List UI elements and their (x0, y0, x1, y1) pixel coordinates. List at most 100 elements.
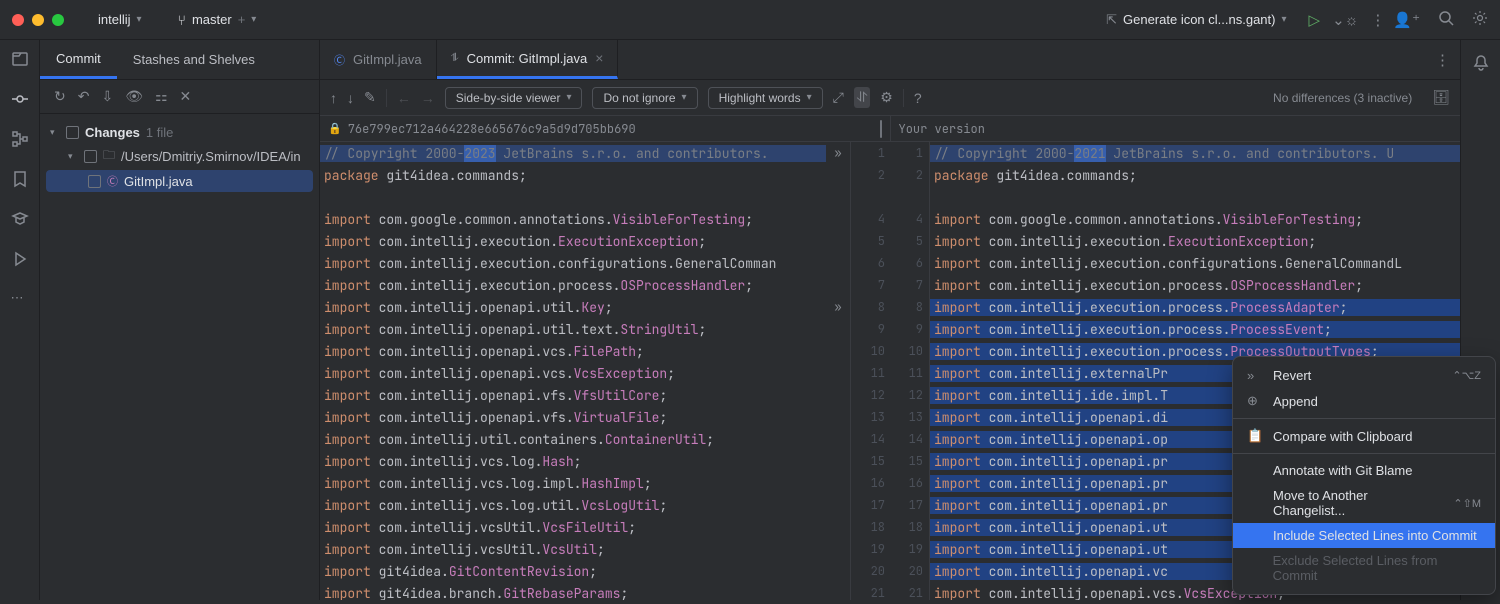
refresh-icon[interactable]: ↻ (54, 88, 66, 105)
db-icon[interactable]: 🗄 (1432, 89, 1450, 106)
gutter-row: 11 (851, 142, 929, 164)
tab-close-icon[interactable]: × (595, 50, 603, 66)
profiler-tool-icon[interactable] (11, 250, 29, 268)
menu-item-label: Move to Another Changelist... (1273, 488, 1443, 518)
code-line[interactable]: import com.intellij.execution.ExecutionE… (930, 230, 1460, 252)
code-line[interactable]: import com.intellij.openapi.vfs.VfsUtilC… (320, 384, 850, 406)
search-icon[interactable] (1438, 10, 1454, 30)
prev-diff-icon[interactable]: ↑ (330, 90, 337, 106)
code-line[interactable]: import com.intellij.execution.process.Pr… (930, 318, 1460, 340)
edit-icon[interactable]: ✎ (364, 89, 376, 106)
tab-label: GitImpl.java (353, 52, 422, 67)
project-dropdown[interactable]: intellij ▾ (88, 8, 152, 31)
code-line[interactable]: import com.intellij.openapi.util.Key;» (320, 296, 850, 318)
rollback-icon[interactable]: ↶ (78, 88, 90, 105)
menu-item-revert[interactable]: »Revert⌃⌥Z (1233, 363, 1495, 388)
project-tool-icon[interactable] (11, 50, 29, 68)
gutter-row: 2121 (851, 582, 929, 604)
code-line[interactable]: // Copyright 2000-2021 JetBrains s.r.o. … (930, 142, 1460, 164)
shelf-icon[interactable]: ⇩ (101, 88, 113, 105)
help-icon[interactable]: ? (914, 90, 922, 106)
diff-settings-icon[interactable]: ⚙ (880, 89, 893, 106)
path-checkbox[interactable] (84, 150, 97, 163)
code-line[interactable]: import com.intellij.execution.configurat… (930, 252, 1460, 274)
menu-item-annotate-with-git-blame[interactable]: Annotate with Git Blame (1233, 458, 1495, 483)
code-line[interactable] (930, 186, 1460, 208)
viewer-mode-dropdown[interactable]: Side-by-side viewer ▾ (445, 87, 583, 109)
file-node[interactable]: Ⓒ GitImpl.java (46, 170, 313, 192)
code-line[interactable] (320, 186, 850, 208)
gutter-row: 99 (851, 318, 929, 340)
code-line[interactable]: package git4idea.commands; (320, 164, 850, 186)
code-line[interactable]: import com.intellij.util.containers.Cont… (320, 428, 850, 450)
select-all-left-checkbox[interactable] (880, 120, 882, 138)
code-line[interactable]: import com.google.common.annotations.Vis… (320, 208, 850, 230)
file-checkbox[interactable] (88, 175, 101, 188)
menu-item-compare-with-clipboard[interactable]: 📋Compare with Clipboard (1233, 423, 1495, 449)
code-line[interactable]: import com.intellij.vcsUtil.VcsUtil; (320, 538, 850, 560)
left-code[interactable]: // Copyright 2000-2023 JetBrains s.r.o. … (320, 142, 850, 600)
code-line[interactable]: import com.google.common.annotations.Vis… (930, 208, 1460, 230)
editor-tab-diff[interactable]: ⥮ Commit: GitImpl.java × (437, 40, 619, 79)
menu-separator (1233, 453, 1495, 454)
changes-checkbox[interactable] (66, 126, 79, 139)
structure-tool-icon[interactable] (11, 130, 29, 148)
more-tools-icon[interactable]: ⋯ (11, 290, 29, 308)
code-line[interactable]: import git4idea.GitContentRevision; (320, 560, 850, 582)
close-icon[interactable]: ✕ (180, 88, 192, 105)
menu-item-append[interactable]: ⊕Append (1233, 388, 1495, 414)
commit-tool-icon[interactable] (11, 90, 29, 108)
minimize-window-button[interactable] (32, 14, 44, 26)
menu-item-include-selected-lines-into-commit[interactable]: Include Selected Lines into Commit (1233, 523, 1495, 548)
tab-commit[interactable]: Commit (40, 40, 117, 79)
gutter-row: 1010 (851, 340, 929, 362)
preview-icon[interactable]: 👁 (125, 88, 143, 105)
next-diff-icon[interactable]: ↓ (347, 90, 354, 106)
commit-toolbar: ↻ ↶ ⇩ 👁 ⚏ ✕ (40, 80, 319, 114)
code-line[interactable]: import com.intellij.execution.process.OS… (320, 274, 850, 296)
code-line[interactable]: // Copyright 2000-2023 JetBrains s.r.o. … (320, 142, 850, 164)
sync-scroll-icon[interactable]: ⥯ (854, 87, 870, 108)
code-line[interactable]: import com.intellij.execution.process.Pr… (930, 296, 1460, 318)
nav-forward-icon[interactable]: → (421, 90, 435, 106)
collapse-unchanged-icon[interactable]: ⤢ (833, 89, 844, 106)
bookmarks-tool-icon[interactable] (11, 170, 29, 188)
code-line[interactable]: package git4idea.commands; (930, 164, 1460, 186)
code-line[interactable]: import com.intellij.execution.configurat… (320, 252, 850, 274)
more-actions-button[interactable]: ⋮ (1370, 11, 1385, 29)
run-button[interactable]: ▷ (1309, 11, 1321, 29)
code-line[interactable]: import com.intellij.vcs.log.impl.HashImp… (320, 472, 850, 494)
close-window-button[interactable] (12, 14, 24, 26)
run-config-dropdown[interactable]: ⇱ Generate icon cl...ns.gant) ▾ (1096, 8, 1296, 32)
collab-icon[interactable]: 👤⁺ (1393, 11, 1420, 29)
notifications-icon[interactable] (1472, 54, 1490, 72)
changes-node[interactable]: ▾ Changes 1 file (46, 122, 313, 143)
tab-stashes[interactable]: Stashes and Shelves (117, 40, 271, 79)
gutter-row: 1313 (851, 406, 929, 428)
file-label: GitImpl.java (124, 174, 193, 189)
path-node[interactable]: ▾ 🗀 /Users/Dmitriy.Smirnov/IDEA/in (46, 143, 313, 170)
settings-icon[interactable] (1472, 10, 1488, 30)
nav-back-icon[interactable]: ← (397, 90, 411, 106)
code-line[interactable]: import com.intellij.openapi.vcs.VcsExcep… (320, 362, 850, 384)
editor-tab-file[interactable]: Ⓒ GitImpl.java (320, 40, 437, 79)
highlight-mode-dropdown[interactable]: Highlight words ▾ (708, 87, 823, 109)
debug-button[interactable]: ⌄☼ (1332, 11, 1358, 29)
code-line[interactable]: import com.intellij.vcs.log.Hash; (320, 450, 850, 472)
group-icon[interactable]: ⚏ (155, 88, 168, 105)
code-line[interactable]: import com.intellij.execution.process.OS… (930, 274, 1460, 296)
chevron-down-icon: ▾ (682, 92, 687, 103)
code-line[interactable]: import com.intellij.vcs.log.util.VcsLogU… (320, 494, 850, 516)
code-line[interactable]: import com.intellij.openapi.vfs.VirtualF… (320, 406, 850, 428)
tab-more-icon[interactable]: ⋮ (1435, 51, 1450, 69)
maximize-window-button[interactable] (52, 14, 64, 26)
code-line[interactable]: import com.intellij.openapi.util.text.St… (320, 318, 850, 340)
code-line[interactable]: import git4idea.branch.GitRebaseParams; (320, 582, 850, 600)
branch-dropdown[interactable]: ⑂ master + ▾ (168, 8, 267, 32)
code-line[interactable]: import com.intellij.openapi.vcs.FilePath… (320, 340, 850, 362)
code-line[interactable]: import com.intellij.execution.ExecutionE… (320, 230, 850, 252)
ignore-mode-dropdown[interactable]: Do not ignore ▾ (592, 87, 697, 109)
code-line[interactable]: import com.intellij.vcsUtil.VcsFileUtil; (320, 516, 850, 538)
learn-tool-icon[interactable] (11, 210, 29, 228)
menu-item-move-to-another-changelist[interactable]: Move to Another Changelist...⌃⇧M (1233, 483, 1495, 523)
